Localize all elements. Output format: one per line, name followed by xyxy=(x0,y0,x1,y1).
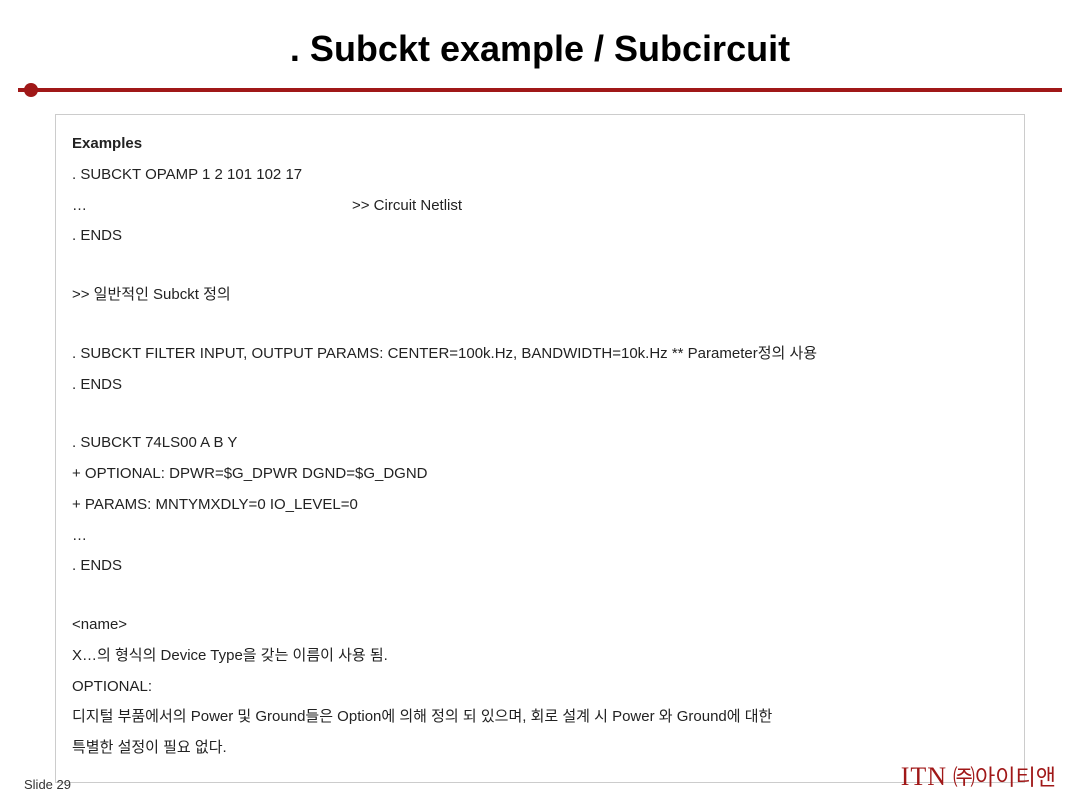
footer: Slide 29 ITN ㈜아이티앤 xyxy=(0,760,1080,792)
brand-logo: ITN ㈜아이티앤 xyxy=(901,760,1056,792)
comment-line: >> 일반적인 Subckt 정의 xyxy=(72,280,1008,311)
code-line: . ENDS xyxy=(72,370,1008,401)
slide-title: . Subckt example / Subcircuit xyxy=(0,0,1080,88)
brand-itn: ITN xyxy=(901,762,947,792)
ellipsis: … xyxy=(72,191,352,222)
code-line: . ENDS xyxy=(72,221,1008,252)
code-line: . SUBCKT 74LS00 A B Y xyxy=(72,428,1008,459)
content-box: Examples . SUBCKT OPAMP 1 2 101 102 17 …… xyxy=(55,114,1025,783)
desc-line: X…의 형식의 Device Type을 갖는 이름이 사용 됨. xyxy=(72,641,1008,672)
examples-label: Examples xyxy=(72,129,1008,160)
code-line: <name> xyxy=(72,610,1008,641)
netlist-comment: >> Circuit Netlist xyxy=(352,191,462,222)
slide-number: Slide 29 xyxy=(24,777,71,792)
code-line: + OPTIONAL: DPWR=$G_DPWR DGND=$G_DGND xyxy=(72,459,1008,490)
code-line: . SUBCKT FILTER INPUT, OUTPUT PARAMS: CE… xyxy=(72,339,1008,370)
desc-line: OPTIONAL: xyxy=(72,672,1008,703)
code-line: + PARAMS: MNTYMXDLY=0 IO_LEVEL=0 xyxy=(72,490,1008,521)
desc-line: 디지털 부품에서의 Power 및 Ground들은 Option에 의해 정의… xyxy=(72,702,1008,733)
netlist-row: … >> Circuit Netlist xyxy=(72,191,1008,222)
brand-korean: ㈜아이티앤 xyxy=(953,760,1056,792)
code-line: . ENDS xyxy=(72,551,1008,582)
ellipsis: … xyxy=(72,521,1008,552)
code-line: . SUBCKT OPAMP 1 2 101 102 17 xyxy=(72,160,1008,191)
title-rule xyxy=(18,88,1062,92)
